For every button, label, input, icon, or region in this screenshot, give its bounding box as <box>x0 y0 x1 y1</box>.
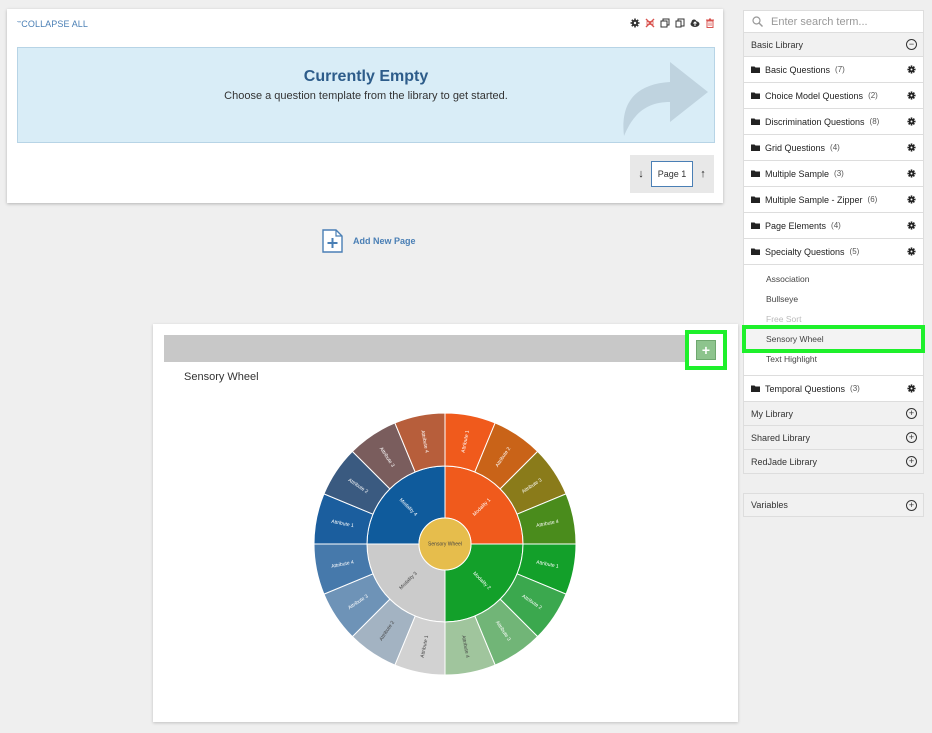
add-new-page-label: Add New Page <box>353 236 416 246</box>
empty-state-title: Currently Empty <box>303 68 429 85</box>
sensory-wheel-chart: Modality 1Attribute 1Attribute 2Attribut… <box>313 412 577 676</box>
category-count: (4) <box>830 143 840 152</box>
folder-icon <box>751 118 760 125</box>
variables-label: Variables <box>751 500 788 510</box>
specialty-item[interactable]: Free Sort <box>744 309 923 329</box>
delete-trash-icon[interactable] <box>705 18 715 28</box>
plus-icon: + <box>696 340 716 360</box>
expand-plus-icon[interactable]: + <box>906 499 917 511</box>
category-label: Multiple Sample - Zipper <box>765 194 863 205</box>
add-question-button[interactable]: + <box>685 330 727 370</box>
search-icon <box>752 16 763 27</box>
specialty-item[interactable]: Bullseye <box>744 289 923 309</box>
expand-plus-icon[interactable]: + <box>906 408 917 419</box>
category-label: Discrimination Questions <box>765 116 865 127</box>
move-down-arrow-icon[interactable]: ↓ <box>634 167 648 181</box>
gear-icon[interactable] <box>907 65 916 74</box>
add-new-page-button[interactable]: Add New Page <box>322 229 416 253</box>
folder-icon <box>751 92 760 99</box>
collapse-all-link[interactable]: ‷COLLAPSE ALL <box>17 19 88 29</box>
gear-icon[interactable] <box>907 117 916 126</box>
folder-icon <box>751 196 760 203</box>
gear-icon[interactable] <box>907 195 916 204</box>
specialty-item[interactable]: Association <box>744 269 923 289</box>
gear-icon[interactable] <box>907 143 916 152</box>
gear-icon[interactable] <box>907 221 916 230</box>
folder-icon <box>751 170 760 177</box>
category-row[interactable]: Choice Model Questions (2) <box>743 83 924 109</box>
library-header-label: Shared Library <box>751 432 811 443</box>
empty-state-panel: Currently Empty Choose a question templa… <box>17 47 715 143</box>
search-box <box>743 10 924 33</box>
add-page-icon <box>322 229 343 253</box>
category-count: (2) <box>868 91 878 100</box>
folder-icon <box>751 66 760 73</box>
folder-icon <box>751 144 760 151</box>
remove-logic-icon[interactable] <box>645 18 655 28</box>
category-row[interactable]: Page Elements (4) <box>743 213 924 239</box>
question-library-sidebar: Basic Library − Basic Questions (7) Choice… <box>742 10 925 517</box>
category-row[interactable]: Basic Questions (7) <box>743 57 924 83</box>
wheel-center-label: Sensory Wheel <box>428 541 462 547</box>
category-count: (5) <box>849 247 860 256</box>
library-header-label: Basic Library <box>751 39 804 50</box>
category-label: Grid Questions <box>765 142 826 153</box>
library-header-shared[interactable]: Shared Library + <box>743 426 924 450</box>
category-count: (6) <box>867 195 878 204</box>
copy-style-icon[interactable] <box>660 18 670 28</box>
settings-gear-icon[interactable] <box>630 18 640 28</box>
variables-header[interactable]: Variables + <box>743 493 924 517</box>
question-card: ‷COLLAPSE ALL Currently Empty Choose a q… <box>7 9 723 203</box>
category-row[interactable]: Grid Questions (4) <box>743 135 924 161</box>
folder-icon <box>751 248 760 255</box>
category-label: Temporal Questions <box>765 383 846 394</box>
page-navigator: ↓ Page 1 ↑ <box>630 155 714 193</box>
expand-plus-icon[interactable]: + <box>906 432 917 443</box>
category-count: (3) <box>834 169 844 178</box>
gear-icon[interactable] <box>907 247 916 256</box>
preview-header-bar: + <box>164 330 727 370</box>
library-header-label: My Library <box>751 408 794 419</box>
page-number-box[interactable]: Page 1 <box>651 161 693 187</box>
folder-icon <box>751 222 760 229</box>
move-up-arrow-icon[interactable]: ↑ <box>696 167 710 181</box>
category-row[interactable]: Multiple Sample (3) <box>743 161 924 187</box>
category-count: (8) <box>869 117 880 126</box>
card-toolbar <box>630 18 715 28</box>
specialty-item[interactable]: Sensory Wheel <box>742 325 925 353</box>
folder-icon <box>751 385 760 392</box>
collapse-minus-icon[interactable]: − <box>906 39 917 50</box>
gear-icon[interactable] <box>907 91 916 100</box>
question-preview-card: + Sensory Wheel Modality 1 Attribute 1 Att… <box>153 324 738 722</box>
category-row[interactable]: Multiple Sample - Zipper (6) <box>743 187 924 213</box>
category-label: Specialty Questions <box>765 246 845 257</box>
preview-title: Sensory Wheel <box>184 371 259 383</box>
empty-state-subtitle: Choose a question template from the libr… <box>224 90 508 102</box>
library-header-basic[interactable]: Basic Library − <box>743 33 924 57</box>
library-header-my[interactable]: My Library + <box>743 402 924 426</box>
category-count: (3) <box>850 384 860 393</box>
expand-plus-icon[interactable]: + <box>906 456 917 467</box>
category-count: (7) <box>835 65 845 74</box>
category-label: Choice Model Questions <box>765 90 864 101</box>
category-label: Multiple Sample <box>765 168 830 179</box>
share-arrow-icon <box>623 62 708 136</box>
duplicate-icon[interactable] <box>675 18 685 28</box>
category-temporal-questions[interactable]: Temporal Questions (3) <box>743 376 924 402</box>
specialty-question-list: Association Bullseye Free Sort Sensory Whee… <box>742 265 925 376</box>
category-row[interactable]: Specialty Questions (5) <box>743 239 924 265</box>
category-label: Page Elements <box>765 220 827 231</box>
gear-icon[interactable] <box>907 384 916 393</box>
search-input[interactable] <box>769 14 909 29</box>
category-row[interactable]: Discrimination Questions (8) <box>743 109 924 135</box>
gear-icon[interactable] <box>907 169 916 178</box>
library-header-redjade[interactable]: RedJade Library + <box>743 450 924 474</box>
collapse-all-label: COLLAPSE ALL <box>21 19 89 29</box>
category-count: (4) <box>831 221 841 230</box>
cloud-upload-icon[interactable] <box>690 18 700 28</box>
category-label: Basic Questions <box>765 64 831 75</box>
library-header-label: RedJade Library <box>751 456 818 467</box>
category-list: Basic Questions (7) Choice Model Questions… <box>743 57 924 265</box>
specialty-item[interactable]: Text Highlight <box>744 349 923 369</box>
